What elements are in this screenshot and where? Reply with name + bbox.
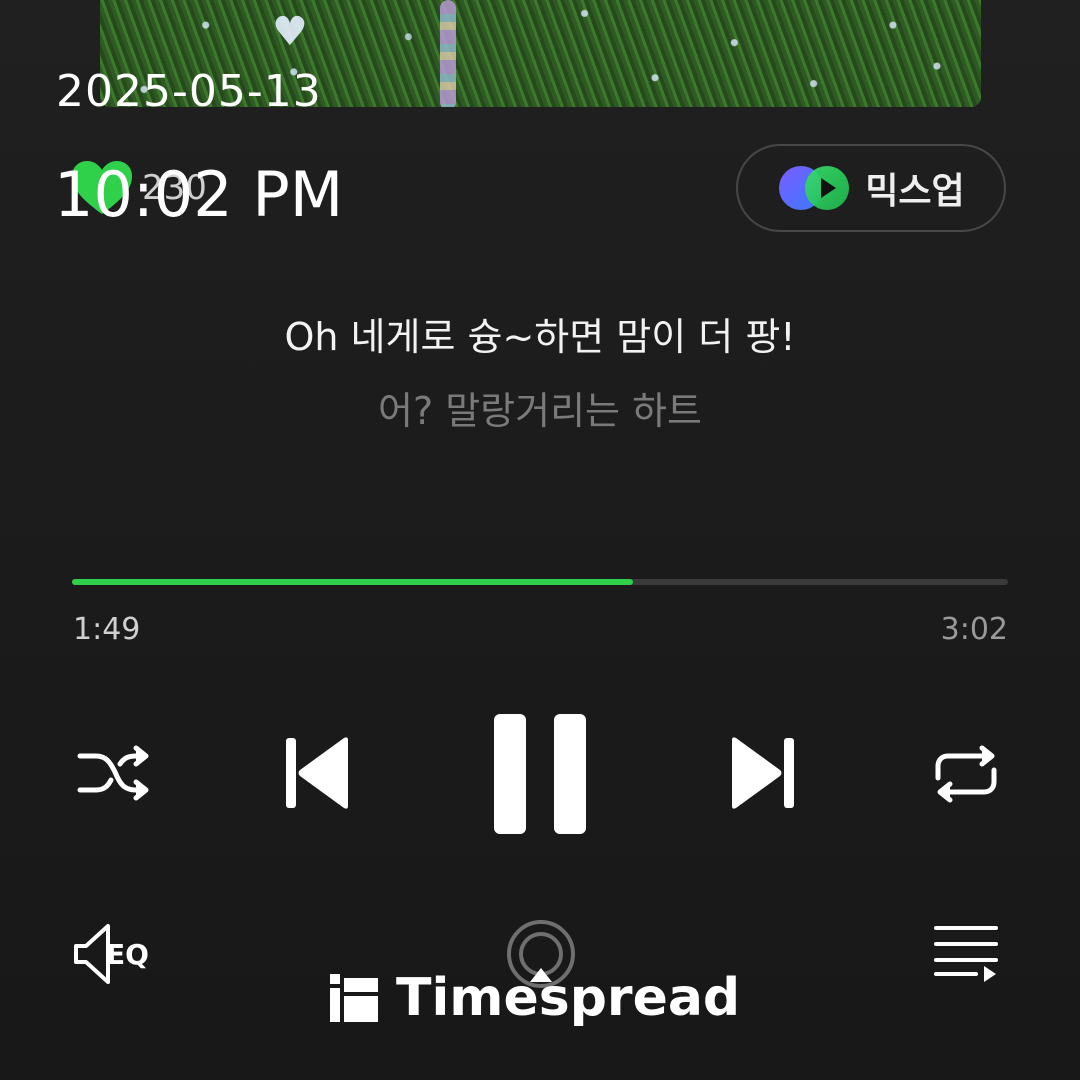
mixup-label: 믹스업 <box>865 171 965 212</box>
shuffle-icon <box>77 745 149 801</box>
shuffle-button[interactable] <box>70 738 156 810</box>
timespread-logo-icon <box>330 974 378 1022</box>
skip-previous-icon <box>286 737 348 809</box>
repeat-icon <box>935 745 997 803</box>
repeat-button[interactable] <box>924 738 1008 810</box>
overlay-date: 2025-05-13 <box>56 66 322 117</box>
playlist-button[interactable] <box>930 920 1004 984</box>
playlist-icon <box>934 926 998 982</box>
eq-button[interactable]: EQ <box>70 918 162 990</box>
progress-fill <box>72 579 633 585</box>
next-button[interactable] <box>720 728 804 818</box>
mixup-button[interactable]: 믹스업 <box>736 144 1006 232</box>
mixup-icon <box>779 166 850 210</box>
svg-text:EQ: EQ <box>106 938 149 971</box>
pause-icon <box>494 714 586 834</box>
album-beads-graphic <box>440 0 456 107</box>
total-time: 3:02 <box>940 612 1008 647</box>
eq-icon: EQ <box>74 924 149 984</box>
watermark: Timespread <box>330 968 740 1028</box>
elapsed-time: 1:49 <box>73 612 141 647</box>
skip-next-icon <box>732 737 794 809</box>
pause-button[interactable] <box>486 706 594 842</box>
lyric-current-line[interactable]: Oh 네게로 슝~하면 맘이 더 팡! <box>0 306 1080 361</box>
lyric-next-line[interactable]: 어? 말랑거리는 하트 <box>0 380 1080 435</box>
previous-button[interactable] <box>276 728 360 818</box>
progress-bar[interactable] <box>72 579 1008 585</box>
overlay-time: 10:02 PM <box>54 158 344 231</box>
watermark-text: Timespread <box>396 968 741 1028</box>
album-heart-graphic: ♥ <box>272 9 308 55</box>
music-player-screen: ♥ 230 2025-05-13 10:02 PM 믹스업 Oh 네게로 슝~하… <box>0 0 1080 1080</box>
